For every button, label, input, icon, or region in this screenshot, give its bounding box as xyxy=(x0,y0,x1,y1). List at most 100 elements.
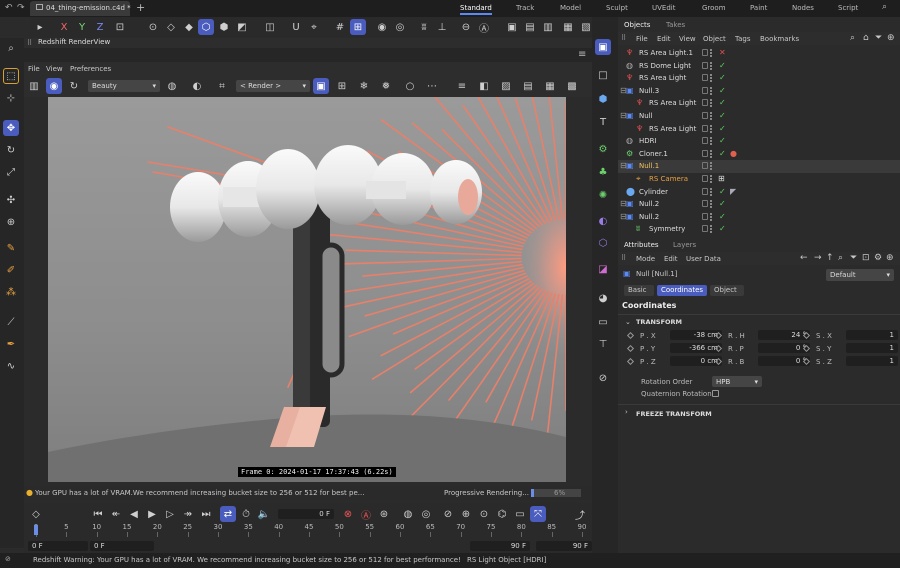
visibility-toggle[interactable] xyxy=(702,137,708,145)
rv-menu-view[interactable]: View xyxy=(46,65,63,73)
enabled-check-icon[interactable]: ✓ xyxy=(719,187,726,196)
enabled-check-icon[interactable]: ✓ xyxy=(719,224,726,233)
up-arrow-icon[interactable]: ↑ xyxy=(826,253,834,263)
coordinate-system-icon[interactable]: ⊡ xyxy=(112,19,128,35)
end-frame-field[interactable]: 90 F xyxy=(470,541,530,551)
floor-icon[interactable]: ⊥ xyxy=(434,19,450,35)
subtab-basic[interactable]: Basic xyxy=(624,285,654,296)
display-tag-icon[interactable]: ◤ xyxy=(730,187,736,196)
cube-icon[interactable]: ⬢ xyxy=(595,91,611,107)
camera-icon[interactable]: ▭ xyxy=(595,314,611,330)
key-param-icon[interactable]: ⊕ xyxy=(458,506,474,522)
coord-field[interactable]: 1 xyxy=(846,330,898,340)
scale-tool-icon[interactable]: ⤢ xyxy=(3,164,19,180)
obj-menu-file[interactable]: File xyxy=(636,35,648,43)
search-icon[interactable]: ⌕ xyxy=(882,2,887,12)
transform-tool-icon[interactable]: ✣ xyxy=(3,192,19,208)
list-icon[interactable]: ≡ xyxy=(454,78,470,94)
layout-tab-standard[interactable]: Standard xyxy=(460,4,492,15)
axis-y-button[interactable]: Y xyxy=(74,19,90,35)
motion-icon[interactable]: ⌬ xyxy=(494,506,510,522)
tab-attributes[interactable]: Attributes xyxy=(624,241,659,249)
preset-select[interactable]: Default ▾ xyxy=(826,269,894,281)
view-icon[interactable]: ▣ xyxy=(595,39,611,55)
object-row[interactable]: ʬ Symmetry ✓ xyxy=(618,223,900,236)
polygons-mode-icon[interactable]: ◆ xyxy=(181,19,197,35)
visibility-toggle[interactable] xyxy=(702,149,708,157)
visibility-toggle[interactable] xyxy=(702,112,708,119)
playhead[interactable] xyxy=(34,525,38,535)
move-snap-icon[interactable]: ⊹ xyxy=(3,90,19,106)
obj-menu-tags[interactable]: Tags xyxy=(735,35,751,43)
layer-dots[interactable] xyxy=(710,149,713,158)
axis-z-button[interactable]: Z xyxy=(92,19,108,35)
bucket-grid-icon[interactable]: ⊞ xyxy=(334,78,350,94)
quaternion-checkbox[interactable] xyxy=(712,390,719,397)
freeze-transform-header[interactable]: FREEZE TRANSFORM xyxy=(636,410,712,418)
object-row[interactable]: ⊟ ▣ Null.3 ✓ xyxy=(618,85,900,98)
object-row[interactable]: ◍ RS Dome Light ✓ xyxy=(618,60,900,73)
search-icon[interactable]: ⌕ xyxy=(838,253,843,263)
chevron-right-icon[interactable]: › xyxy=(625,408,628,416)
visibility-toggle[interactable] xyxy=(702,175,708,182)
loop-icon[interactable]: ⇄ xyxy=(220,506,236,522)
layout-tab-uvedit[interactable]: UVEdit xyxy=(652,4,675,12)
prev-key-icon[interactable]: ↞ xyxy=(108,506,124,522)
circle-icon[interactable]: ○ xyxy=(402,78,418,94)
axis-x-button[interactable]: X xyxy=(56,19,72,35)
attr-menu-mode[interactable]: Mode xyxy=(636,255,655,263)
attr-menu-userdata[interactable]: User Data xyxy=(686,255,721,263)
spline-icon[interactable]: ◪ xyxy=(595,261,611,277)
visibility-toggle[interactable] xyxy=(702,187,708,195)
tracking-icon[interactable]: ⤧ xyxy=(530,506,546,522)
keyframe-diamond-icon[interactable] xyxy=(626,344,635,353)
refresh-icon[interactable]: ↻ xyxy=(66,78,82,94)
enabled-check-icon[interactable]: ✓ xyxy=(719,86,726,95)
layout-tab-paint[interactable]: Paint xyxy=(750,4,767,12)
last-frame-icon[interactable]: ⏭ xyxy=(198,506,214,522)
layer-dots[interactable] xyxy=(710,200,713,209)
layer-dots[interactable] xyxy=(710,137,713,146)
environment-icon[interactable]: ◕ xyxy=(595,290,611,306)
first-frame-icon[interactable]: ⏮ xyxy=(90,506,106,522)
auto-icon[interactable]: Ⓐ xyxy=(476,19,492,35)
magnet-icon[interactable]: U xyxy=(288,19,304,35)
keyframe-icon[interactable]: ◇ xyxy=(28,506,44,522)
save-alt-icon[interactable]: ▦ xyxy=(542,78,558,94)
snowflake-icon[interactable]: ❄ xyxy=(356,78,372,94)
render-select[interactable]: < Render > ▾ xyxy=(236,80,310,92)
object-row[interactable]: ♆ RS Area Light ✓ xyxy=(618,123,900,136)
coord-field[interactable]: 1 xyxy=(846,343,898,353)
obj-menu-object[interactable]: Object xyxy=(703,35,726,43)
next-frame-icon[interactable]: ▷ xyxy=(162,506,178,522)
graph-icon[interactable]: ⤴ xyxy=(572,506,588,522)
light-icon[interactable]: ⊤ xyxy=(595,336,611,352)
layer-dots[interactable] xyxy=(710,112,713,120)
more-icon[interactable]: ⋯ xyxy=(424,78,440,94)
obj-menu-view[interactable]: View xyxy=(679,35,696,43)
layout-tab-groom[interactable]: Groom xyxy=(702,4,726,12)
subtab-coordinates[interactable]: Coordinates xyxy=(657,285,707,296)
magnify-icon[interactable]: ⌕ xyxy=(3,40,19,56)
object-row[interactable]: ◍ HDRI ✓ xyxy=(618,135,900,148)
visibility-toggle[interactable] xyxy=(702,200,708,208)
menu-icon[interactable]: ≡ xyxy=(578,49,586,60)
layer-dots[interactable] xyxy=(710,49,713,57)
layer-dots[interactable] xyxy=(710,175,713,183)
coord-field[interactable]: 1 xyxy=(846,356,898,366)
material-tag-icon[interactable]: ● xyxy=(730,149,737,158)
object-row[interactable]: ♆ RS Area Light ✓ xyxy=(618,72,900,85)
clapper-icon[interactable]: ▦ xyxy=(560,19,576,35)
current-frame-field[interactable]: 0 F xyxy=(278,509,334,519)
object-row[interactable]: ⌖ RS Camera ⊞ xyxy=(618,173,900,186)
obj-menu-edit[interactable]: Edit xyxy=(657,35,671,43)
layer-dots[interactable] xyxy=(710,187,713,196)
layer-dots[interactable] xyxy=(710,124,713,133)
rv-menu-preferences[interactable]: Preferences xyxy=(70,65,111,73)
object-row[interactable]: ⊟ ▣ Null.2 ✓ xyxy=(618,211,900,224)
object-row[interactable]: ♆ RS Area Light.1 ✕ xyxy=(618,47,900,60)
stop-render-icon[interactable]: ◉ xyxy=(46,78,62,94)
object-row[interactable]: ⊟ ▣ Null ✓ xyxy=(618,110,900,123)
enabled-check-icon[interactable]: ✓ xyxy=(719,136,726,145)
enabled-check-icon[interactable]: ✓ xyxy=(719,149,726,158)
